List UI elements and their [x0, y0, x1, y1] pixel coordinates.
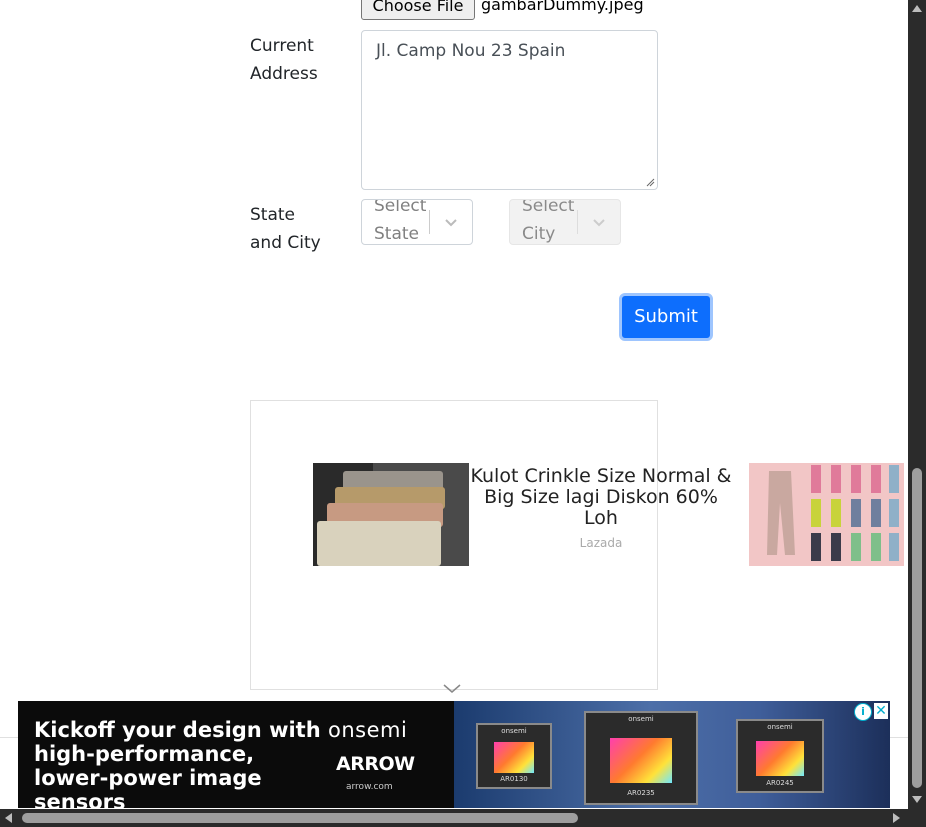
chevron-down-icon[interactable] — [591, 214, 607, 230]
scroll-down-arrow-icon[interactable] — [912, 796, 922, 803]
ad-source: Lazada — [579, 536, 623, 550]
scroll-up-arrow-icon[interactable] — [912, 5, 922, 12]
ad-product-image-left[interactable] — [313, 463, 469, 566]
city-select[interactable]: Select City — [509, 199, 621, 245]
chip-die — [493, 742, 535, 774]
close-icon[interactable]: ✕ — [874, 703, 888, 719]
state-city-label-line1: State — [250, 205, 295, 225]
city-select-separator — [577, 210, 578, 234]
brand-logo-arrow: ARROW — [336, 753, 415, 775]
sensor-chips-image: onsemi AR0130 onsemi AR0235 onsemi AR024… — [454, 701, 890, 808]
sensor-chip: onsemi AR0245 — [736, 719, 824, 793]
selected-file-name: gambarDummy.jpeg — [481, 0, 644, 14]
current-address-textarea[interactable]: Jl. Camp Nou 23 Spain — [361, 30, 658, 190]
banner-ad[interactable]: Kickoff your design with high-performanc… — [18, 701, 890, 808]
ad-title[interactable]: Kulot Crinkle Size Normal & Big Size lag… — [469, 466, 733, 529]
chip-code: AR0245 — [766, 779, 794, 787]
city-select-value: Select City — [522, 199, 575, 244]
choose-file-button[interactable]: Choose File — [361, 0, 475, 20]
sensor-chip: onsemi AR0130 — [476, 723, 552, 789]
current-address-label-line2: Address — [250, 64, 318, 84]
banner-ad-url: arrow.com — [346, 782, 393, 792]
chevron-down-icon[interactable] — [443, 214, 459, 230]
chip-label: onsemi — [628, 715, 654, 723]
ad-product-image-right[interactable] — [749, 463, 904, 566]
chip-code: AR0235 — [627, 789, 655, 797]
chevron-down-icon[interactable] — [443, 684, 461, 694]
state-city-label-line2: and City — [250, 233, 321, 253]
pants-grid-illustration — [749, 463, 904, 566]
resize-grip-icon[interactable] — [646, 178, 655, 187]
info-icon[interactable]: i — [854, 703, 872, 721]
sensor-chip: onsemi AR0235 — [584, 711, 698, 805]
current-address-value: Jl. Camp Nou 23 Spain — [376, 41, 566, 61]
state-select[interactable]: Select State — [361, 199, 473, 245]
horizontal-scrollbar-thumb[interactable] — [22, 813, 578, 823]
scroll-left-arrow-icon[interactable] — [5, 813, 12, 823]
state-city-label: State and City — [250, 201, 321, 257]
folded-pants-illustration — [313, 463, 469, 566]
chip-die — [756, 740, 804, 776]
brand-logo-onsemi: onsemi — [328, 718, 408, 742]
chip-die — [610, 738, 672, 784]
state-select-value: Select State — [374, 199, 427, 244]
submit-button[interactable]: Submit — [619, 293, 713, 341]
chip-code: AR0130 — [500, 775, 528, 783]
banner-ad-headline[interactable]: Kickoff your design with high-performanc… — [34, 718, 324, 808]
state-select-separator — [429, 210, 430, 234]
current-address-label: Current Address — [250, 32, 318, 88]
scrollbar-corner — [908, 809, 926, 827]
vertical-scrollbar-thumb[interactable] — [912, 468, 922, 788]
scroll-right-arrow-icon[interactable] — [893, 813, 900, 823]
current-address-label-line1: Current — [250, 36, 314, 56]
chip-label: onsemi — [501, 727, 527, 735]
chip-label: onsemi — [767, 723, 793, 731]
